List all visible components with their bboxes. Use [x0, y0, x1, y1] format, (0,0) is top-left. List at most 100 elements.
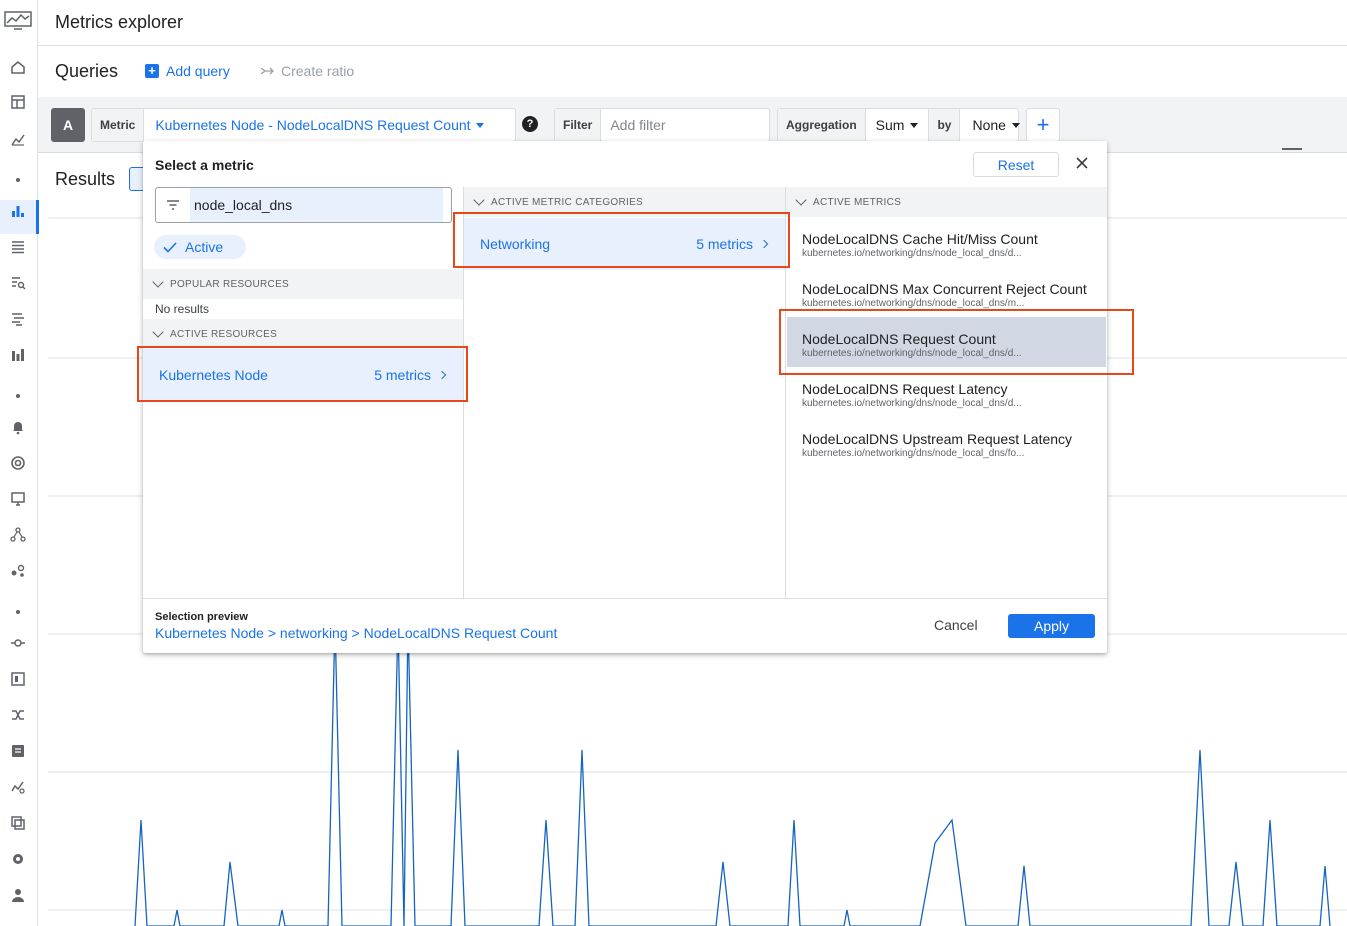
selection-preview-label: Selection preview	[155, 611, 248, 623]
query-letter-badge: A	[51, 108, 85, 142]
bar-stack-icon[interactable]	[9, 346, 27, 364]
metric-name: NodeLocalDNS Request Latency	[802, 381, 1008, 397]
sla-icon[interactable]	[9, 454, 27, 472]
dashboard-icon[interactable]	[9, 93, 27, 111]
active-chip-label: Active	[185, 239, 224, 255]
shuffle-icon[interactable]	[9, 706, 27, 724]
filter-input[interactable]	[601, 117, 752, 133]
chevron-down-icon	[152, 276, 164, 288]
chevron-down-icon	[152, 326, 164, 338]
chevron-right-icon	[437, 370, 447, 380]
gear-icon[interactable]	[9, 850, 27, 868]
check-icon	[163, 241, 177, 253]
person-icon[interactable]	[9, 886, 27, 904]
resource-item-kubernetes-node[interactable]: Kubernetes Node 5 metrics	[143, 349, 463, 401]
metrics-icon[interactable]	[9, 130, 27, 148]
uptime-icon[interactable]	[9, 634, 27, 652]
by-label: by	[929, 109, 961, 141]
aggregation-control: Aggregation Sum by None	[777, 108, 1020, 142]
monitor-icon[interactable]	[9, 490, 27, 508]
chevron-down-icon	[475, 122, 484, 128]
selection-preview-path: Kubernetes Node > networking > NodeLocal…	[155, 625, 558, 641]
add-aggregation-button[interactable]: +	[1026, 108, 1060, 142]
list-icon[interactable]	[9, 238, 27, 256]
metric-value[interactable]: Kubernetes Node - NodeLocalDNS Request C…	[144, 117, 484, 133]
metric-search-field[interactable]	[155, 187, 452, 223]
metric-value-text: Kubernetes Node - NodeLocalDNS Request C…	[155, 117, 471, 133]
metric-item[interactable]: NodeLocalDNS Cache Hit/Miss Count kubern…	[787, 217, 1106, 267]
metric-path: kubernetes.io/networking/dns/node_local_…	[802, 448, 1025, 459]
chart-series-line	[134, 619, 1331, 926]
nav-separator-dot	[16, 610, 20, 614]
queries-bar: Queries + Add query Create ratio	[38, 47, 1347, 97]
metric-item[interactable]: NodeLocalDNS Max Concurrent Reject Count…	[787, 267, 1106, 317]
metric-item[interactable]: NodeLocalDNS Request Latency kubernetes.…	[787, 367, 1106, 417]
dialog-title: Select a metric	[155, 157, 254, 173]
close-icon[interactable]	[1074, 155, 1090, 171]
group-by-value: None	[972, 117, 1006, 133]
active-resources-label: ACTIVE RESOURCES	[170, 328, 278, 340]
copy-icon[interactable]	[9, 814, 27, 832]
nav-separator-dot	[16, 178, 20, 182]
aggregation-value: Sum	[875, 117, 905, 133]
select-metric-dialog: Select a metric Reset Active POPULAR RES…	[143, 141, 1107, 653]
metric-path: kubernetes.io/networking/dns/node_local_…	[802, 398, 1022, 409]
add-icon: +	[145, 64, 159, 78]
metric-item-selected[interactable]: NodeLocalDNS Request Count kubernetes.io…	[787, 317, 1106, 367]
monitoring-logo-icon[interactable]	[4, 10, 34, 32]
left-nav-rail	[0, 0, 39, 926]
group-by-select[interactable]: None	[960, 117, 1031, 133]
metric-label: Metric	[92, 109, 145, 141]
bell-icon[interactable]	[9, 418, 27, 436]
home-icon[interactable]	[9, 58, 27, 76]
footer-divider	[143, 598, 1107, 599]
category-name: Networking	[480, 236, 551, 252]
popular-resources-label: POPULAR RESOURCES	[170, 278, 290, 290]
chevron-down-icon	[1011, 122, 1020, 128]
notes-icon[interactable]	[9, 742, 27, 760]
widget-icon[interactable]	[9, 670, 27, 688]
metric-path: kubernetes.io/networking/dns/node_local_…	[802, 248, 1022, 259]
metric-path: kubernetes.io/networking/dns/node_local_…	[802, 298, 1025, 309]
metric-search-input[interactable]	[190, 188, 443, 222]
topology-icon[interactable]	[9, 526, 27, 544]
categories-label: ACTIVE METRIC CATEGORIES	[491, 196, 644, 208]
active-resources-header[interactable]: ACTIVE RESOURCES	[143, 319, 463, 349]
help-icon[interactable]: ?	[522, 116, 538, 132]
category-count: 5 metrics	[696, 236, 753, 252]
column-divider	[785, 187, 786, 598]
category-item-networking[interactable]: Networking 5 metrics	[464, 218, 785, 270]
top-bar: Metrics explorer	[38, 0, 1347, 46]
bar-chart-icon[interactable]	[9, 202, 27, 220]
metric-name: NodeLocalDNS Max Concurrent Reject Count	[802, 281, 1087, 297]
metric-selector[interactable]: Metric Kubernetes Node - NodeLocalDNS Re…	[91, 108, 516, 142]
metrics-label: ACTIVE METRICS	[813, 196, 902, 208]
aggregation-label: Aggregation	[778, 109, 866, 141]
filter-list-icon	[156, 200, 190, 210]
apply-button[interactable]: Apply	[1008, 614, 1095, 638]
create-ratio-label: Create ratio	[281, 63, 355, 79]
add-query-label: Add query	[166, 63, 230, 79]
filter-field[interactable]: Filter	[554, 108, 770, 142]
no-results-text: No results	[155, 302, 210, 316]
graph-icon[interactable]	[9, 562, 27, 580]
aggregation-select[interactable]: Sum	[866, 109, 930, 141]
categories-header[interactable]: ACTIVE METRIC CATEGORIES	[464, 187, 785, 217]
create-ratio-button[interactable]: Create ratio	[260, 63, 354, 79]
anomaly-icon[interactable]	[9, 778, 27, 796]
cancel-button[interactable]: Cancel	[934, 617, 978, 633]
add-query-button[interactable]: + Add query	[145, 63, 230, 79]
chevron-down-icon	[910, 122, 919, 128]
metrics-explorer-app: Metrics explorer Queries + Add query Cre…	[0, 0, 1347, 926]
metric-item[interactable]: NodeLocalDNS Upstream Request Latency ku…	[787, 417, 1106, 467]
active-filter-chip[interactable]: Active	[154, 235, 246, 259]
metrics-header[interactable]: ACTIVE METRICS	[786, 187, 1107, 217]
metric-path: kubernetes.io/networking/dns/node_local_…	[802, 348, 1022, 359]
queries-title: Queries	[55, 61, 119, 81]
reset-button[interactable]: Reset	[973, 152, 1059, 177]
trace-icon[interactable]	[9, 310, 27, 328]
resource-count: 5 metrics	[374, 367, 431, 383]
popular-resources-header[interactable]: POPULAR RESOURCES	[143, 269, 463, 299]
logs-search-icon[interactable]	[9, 274, 27, 292]
resource-name: Kubernetes Node	[159, 367, 268, 383]
